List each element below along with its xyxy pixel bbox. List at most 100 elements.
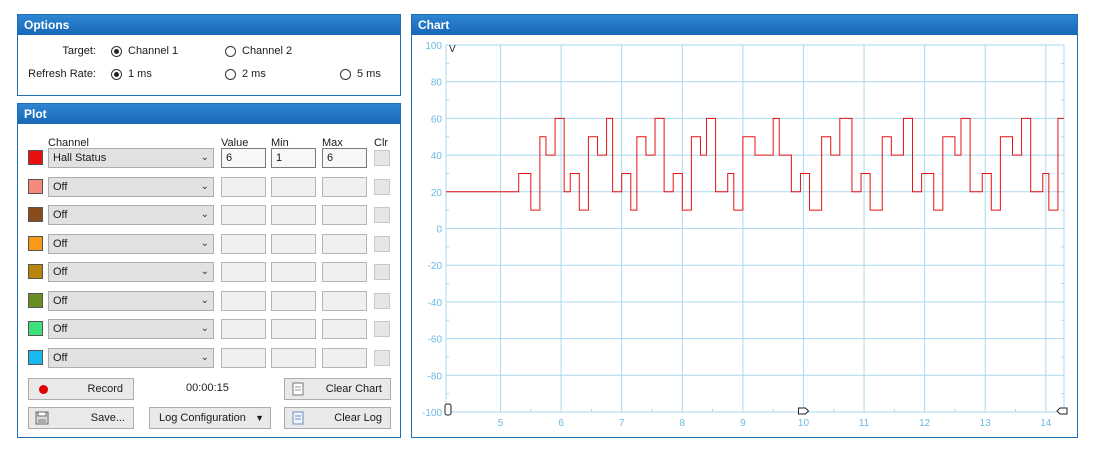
clear-channel-checkbox[interactable]	[374, 178, 390, 195]
floppy-disk-icon	[35, 411, 49, 432]
channel-select-value: Off	[53, 180, 68, 193]
max-field[interactable]	[322, 319, 367, 339]
target-channel-2-radio[interactable]: Channel 2	[225, 45, 292, 57]
record-timer: 00:00:15	[186, 382, 229, 394]
clear-channel-checkbox[interactable]	[374, 292, 390, 309]
record-label: Record	[87, 383, 123, 395]
record-button[interactable]: Record	[28, 378, 134, 400]
min-field[interactable]	[271, 347, 316, 368]
max-field[interactable]	[322, 290, 367, 311]
plot-panel: Plot Channel Value Min Max Clr Hall Stat…	[17, 103, 401, 438]
radio-unselected-icon	[340, 68, 351, 80]
value-field[interactable]	[221, 205, 266, 225]
x-tick-label: 8	[680, 418, 686, 429]
save-button[interactable]: Save...	[28, 407, 134, 429]
clear-channel-checkbox[interactable]	[374, 235, 390, 252]
refresh-2ms-label: 2 ms	[242, 68, 266, 80]
x-tick-label: 9	[740, 418, 746, 429]
channel-row: Off ⌄	[18, 261, 400, 283]
max-field[interactable]	[322, 347, 367, 368]
radio-selected-icon	[111, 68, 122, 80]
radio-selected-icon	[111, 45, 122, 57]
channel-color-swatch[interactable]	[28, 292, 43, 308]
channel-select[interactable]: Off ⌄	[48, 319, 214, 339]
clear-channel-checkbox[interactable]	[374, 150, 390, 166]
chevron-down-icon: ⌄	[200, 237, 209, 249]
y-tick-label: 100	[425, 41, 442, 52]
channel-color-swatch[interactable]	[28, 349, 43, 365]
chart-plot[interactable]: 5 6 7 8 9 10 11 12 13 14 100 80 60 40 20 0 -20 -40 -60 -80 -…	[412, 35, 1077, 437]
log-configuration-label: Log Configuration	[159, 412, 246, 424]
channel-select-value: Off	[53, 266, 68, 278]
value-field[interactable]	[221, 347, 266, 368]
channel-select[interactable]: Off ⌄	[48, 176, 214, 197]
refresh-1ms-label: 1 ms	[128, 68, 152, 80]
value-field[interactable]	[221, 290, 266, 311]
channel-select-value: Off	[53, 323, 68, 335]
x-tick-label: 13	[980, 418, 992, 429]
channel-color-swatch[interactable]	[28, 264, 43, 279]
channel-color-swatch[interactable]	[28, 207, 43, 222]
max-field[interactable]	[322, 176, 367, 197]
record-dot-icon	[39, 385, 48, 394]
channel-color-swatch[interactable]	[28, 150, 43, 165]
min-field[interactable]	[271, 262, 316, 282]
y-axis-marker: V	[449, 44, 456, 55]
chevron-down-icon: ⌄	[200, 323, 209, 334]
y-tick-label: 80	[431, 78, 443, 89]
channel-row: Off ⌄	[18, 233, 400, 255]
refresh-5ms-radio[interactable]: 5 ms	[340, 68, 381, 80]
channel-color-swatch[interactable]	[28, 321, 43, 336]
chevron-down-icon: ⌄	[200, 209, 209, 220]
clear-channel-checkbox[interactable]	[374, 321, 390, 337]
value-field[interactable]	[221, 319, 266, 339]
max-field[interactable]	[322, 233, 367, 254]
options-panel-title: Options	[18, 15, 400, 35]
channel-select[interactable]: Off ⌄	[48, 205, 214, 225]
clear-channel-checkbox[interactable]	[374, 264, 390, 280]
max-field[interactable]	[322, 262, 367, 282]
channel-color-swatch[interactable]	[28, 178, 43, 194]
channel-select[interactable]: Off ⌄	[48, 290, 214, 311]
clear-channel-checkbox[interactable]	[374, 349, 390, 366]
value-field[interactable]	[221, 176, 266, 197]
min-field[interactable]	[271, 205, 316, 225]
channel-row: Off ⌄	[18, 176, 400, 198]
refresh-2ms-radio[interactable]: 2 ms	[225, 68, 266, 80]
min-field[interactable]	[271, 290, 316, 311]
clear-channel-checkbox[interactable]	[374, 207, 390, 223]
value-field[interactable]	[221, 233, 266, 254]
x-tick-label: 6	[558, 418, 564, 429]
clear-chart-button[interactable]: Clear Chart	[284, 378, 391, 400]
min-field[interactable]	[271, 319, 316, 339]
min-field[interactable]	[271, 233, 316, 254]
options-panel: Options Target: Channel 1 Channel 2 Refr…	[17, 14, 401, 96]
max-field[interactable]: 6	[322, 148, 367, 168]
channel-color-swatch[interactable]	[28, 235, 43, 251]
value-field[interactable]	[221, 262, 266, 282]
channel-row: Hall Status ⌄ 6 1 6	[18, 147, 400, 169]
log-configuration-dropdown[interactable]: Log Configuration ▼	[149, 407, 271, 429]
min-field[interactable]: 1	[271, 148, 316, 168]
y-tick-label: -40	[428, 298, 443, 309]
refresh-1ms-radio[interactable]: 1 ms	[111, 68, 152, 80]
clear-log-button[interactable]: Clear Log	[284, 407, 391, 429]
radio-unselected-icon	[225, 68, 236, 80]
radio-unselected-icon	[225, 45, 236, 57]
channel-select[interactable]: Hall Status ⌄	[48, 148, 214, 168]
channel-select[interactable]: Off ⌄	[48, 262, 214, 282]
target-channel-1-radio[interactable]: Channel 1	[111, 45, 178, 57]
channel-select[interactable]: Off ⌄	[48, 347, 214, 368]
x-tick-label: 7	[619, 418, 625, 429]
max-field[interactable]	[322, 205, 367, 225]
clear-log-label: Clear Log	[334, 412, 382, 424]
channel-select-value: Off	[53, 237, 68, 250]
min-field[interactable]	[271, 176, 316, 197]
hall-status-series-line	[446, 117, 1064, 211]
channel-select[interactable]: Off ⌄	[48, 233, 214, 254]
y-tick-label: 0	[436, 225, 442, 236]
value-field[interactable]: 6	[221, 148, 266, 168]
y-tick-label: -60	[428, 335, 443, 346]
y-tick-label: 60	[431, 114, 443, 125]
x-tick-label: 5	[498, 418, 504, 429]
